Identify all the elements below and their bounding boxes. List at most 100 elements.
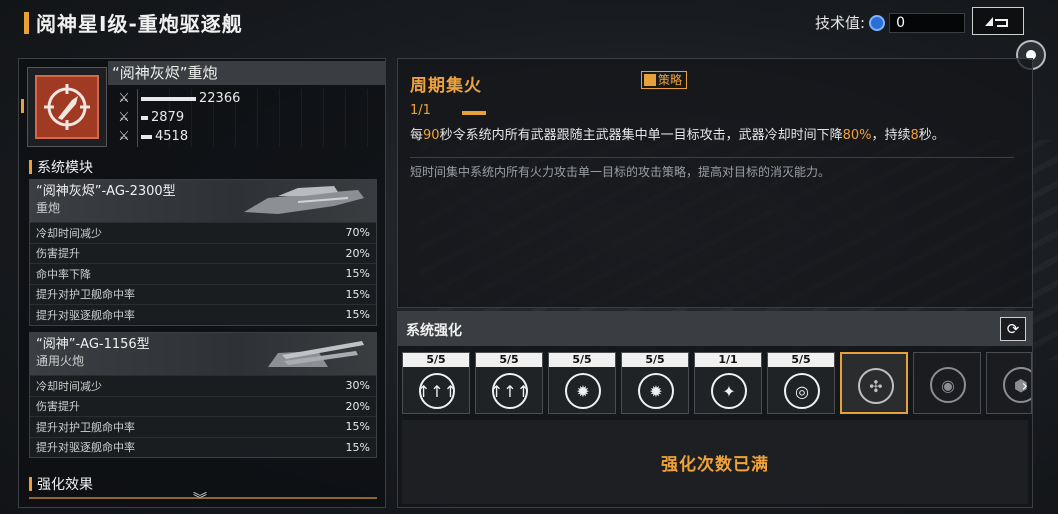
effects-divider [29,497,377,499]
enhancement-header: 系统强化 ⟳ [398,312,1032,346]
cannon-icon: ✹ [638,373,674,409]
chevron-down-icon[interactable]: ︾ [193,489,207,509]
module-stat-label: 伤害提升 [36,247,80,261]
enhancement-card[interactable]: 5/5 ✹ [621,352,689,414]
module-stat-row: 伤害提升 20% [30,395,376,417]
card-level: 1/1 [695,353,761,367]
modules-section-label: 系统模块 [37,160,93,176]
back-button[interactable] [972,7,1024,35]
attack-icon: ⚔ [118,110,130,125]
card-level: 5/5 [622,353,688,367]
tech-value-display: 技术值: 0 [815,12,966,33]
module-stat-label: 提升对护卫舰命中率 [36,420,135,434]
weapon-stats: ⚔ 22366 ⚔ 2879 ⚔ 4518 [113,89,383,146]
effects-section-label: 强化效果 [37,477,93,493]
turret-image [268,341,364,367]
desc-text: 每 [410,128,424,143]
module-stat-row: 冷却时间减少 70% [30,222,376,243]
module-stat-label: 冷却时间减少 [36,226,102,240]
attack-icon: ⚔ [118,91,130,106]
skill-divider [410,157,1014,158]
enhancement-card[interactable]: 1/1 ✦ [694,352,762,414]
stat-row: ⚔ 22366 [113,89,383,108]
module-stat-row: 提升对驱逐舰命中率 15% [30,304,376,325]
desc-highlight: 90 [423,128,440,143]
module-stat-row: 提升对护卫舰命中率 15% [30,283,376,305]
triple-arrow-icon: ↑↑↑ [417,373,457,409]
refresh-icon: ⟳ [1006,320,1020,338]
panel-accent-tick [21,99,24,113]
module-stat-row: 提升对驱逐舰命中率 15% [30,436,376,458]
title-accent-bar [24,12,29,34]
enhancement-card[interactable]: 5/5 ◎ [767,352,835,414]
radar-icon: ◉ [930,367,966,403]
card-level: 5/5 [549,353,615,367]
module-stat-value: 20% [345,246,370,260]
weapon-name: “阅神灰烬”重炮 [108,61,386,85]
stat-value: 2879 [151,110,185,125]
module-stat-label: 提升对护卫舰命中率 [36,288,135,302]
enhancement-card[interactable]: 5/5 ✹ [548,352,616,414]
module-stat-value: 15% [345,287,370,301]
modules-section-title: 系统模块 [29,157,93,177]
cannon-icon: ✹ [565,373,601,409]
enhancement-panel: 系统强化 ⟳ 5/5 ↑↑↑ 5/5 ↑↑↑ 5/5 ✹ 5/5 ✹ 1/1 ✦ 5/5 ◎ ✣ ◉ ⬢ ›… [397,311,1033,508]
card-level: 5/5 [768,353,834,367]
card-level: 5/5 [476,353,542,367]
tech-label: 技术值: [815,14,866,32]
enhancement-card[interactable]: ◉ [913,352,981,414]
module-stat-label: 冷却时间减少 [36,379,102,393]
card-level: 5/5 [403,353,469,367]
module-stat-label: 提升对驱逐舰命中率 [36,308,135,322]
stat-row: ⚔ 4518 [113,127,383,146]
skill-detail-panel: 周期集火 策略 1/1 每90秒令系统内所有武器跟随主武器集中单一目标攻击，武器… [397,58,1033,308]
module-stat-label: 提升对驱逐舰命中率 [36,441,135,455]
refresh-button[interactable]: ⟳ [1000,317,1026,341]
ship-cannon-image [244,186,364,214]
stat-value: 4518 [155,129,189,144]
module-stat-row: 冷却时间减少 30% [30,375,376,396]
weapon-detail-panel: “阅神灰烬”重炮 ⚔ 22366 ⚔ 2879 ⚔ 4518 系统模块 “阅神灰… [18,58,386,508]
enhancement-status: 强化次数已满 [402,420,1028,504]
stat-value: 22366 [199,91,241,106]
triple-arrow-icon: ↑↑↑ [490,373,530,409]
enhancement-card[interactable]: ✣ [840,352,908,414]
module-stat-value: 20% [345,399,370,413]
tech-currency-icon [869,14,886,31]
module-stat-value: 30% [345,379,370,393]
chevron-right-icon[interactable]: › [1022,376,1028,395]
stat-bar [141,96,196,101]
cannon-up-icon: ✦ [711,373,747,409]
module-stat-label: 命中率下降 [36,267,91,281]
desc-text: 秒。 [918,128,945,143]
enhancement-card[interactable]: 5/5 ↑↑↑ [402,352,470,414]
enhancement-card[interactable]: 5/5 ↑↑↑ [475,352,543,414]
enhancement-cards: 5/5 ↑↑↑ 5/5 ↑↑↑ 5/5 ✹ 5/5 ✹ 1/1 ✦ 5/5 ◎ ✣ ◉ ⬢ [402,352,1032,414]
skill-flavor-text: 短时间集中系统内所有火力攻击单一目标的攻击策略，提高对目标的消灭能力。 [410,165,831,179]
desc-highlight: 8 [910,128,919,143]
module-stat-value: 15% [345,440,370,454]
desc-text: 秒令系统内所有武器跟随主武器集中单一目标攻击，武器冷却时间下降 [439,128,843,143]
desc-highlight: 80% [842,128,872,143]
module-card[interactable]: “阅神灰烬”-AG-2300型 重炮 冷却时间减少 70% 伤害提升 20% 命中率… [29,179,377,326]
skill-name: 周期集火 [410,76,482,96]
module-stat-value: 15% [345,308,370,322]
weapon-icon-frame [27,67,107,147]
tech-value: 0 [889,12,966,33]
focus-fire-icon: ✣ [858,368,894,404]
module-stat-row: 命中率下降 15% [30,263,376,284]
skill-tag-badge: 策略 [641,71,688,89]
stat-row: ⚔ 2879 [113,108,383,127]
module-stat-value: 15% [345,420,370,434]
module-header: “阅神灰烬”-AG-2300型 重炮 [30,180,376,222]
page-title: 阅神星I级-重炮驱逐舰 [36,12,243,36]
back-arrow-icon [985,17,1008,27]
skill-level: 1/1 [410,103,431,118]
desc-text: ，持续 [871,128,911,143]
strategy-icon [644,74,656,86]
effects-section-title: 强化效果 [29,474,93,494]
module-card[interactable]: “阅神”-AG-1156型 通用火炮 冷却时间减少 30% 伤害提升 20% 提升对… [29,332,377,458]
crosshair-shell-icon [35,75,99,139]
attack-icon: ⚔ [118,129,130,144]
enhancement-title: 系统强化 [406,323,462,339]
